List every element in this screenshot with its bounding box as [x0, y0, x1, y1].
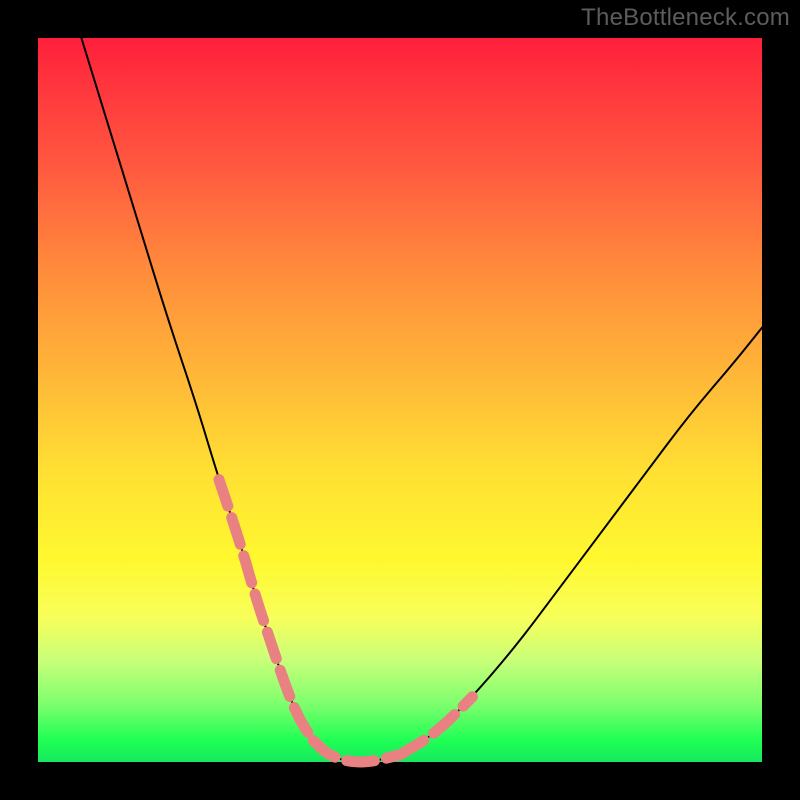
bottleneck-curve: [81, 38, 762, 762]
curve-svg: [38, 38, 762, 762]
highlight-right-ascent: [400, 697, 472, 755]
watermark-text: TheBottleneck.com: [581, 4, 790, 32]
highlight-left-descent: [219, 480, 313, 741]
plot-area: [38, 38, 762, 762]
chart-frame: TheBottleneck.com: [0, 0, 800, 800]
highlight-valley: [313, 740, 400, 762]
